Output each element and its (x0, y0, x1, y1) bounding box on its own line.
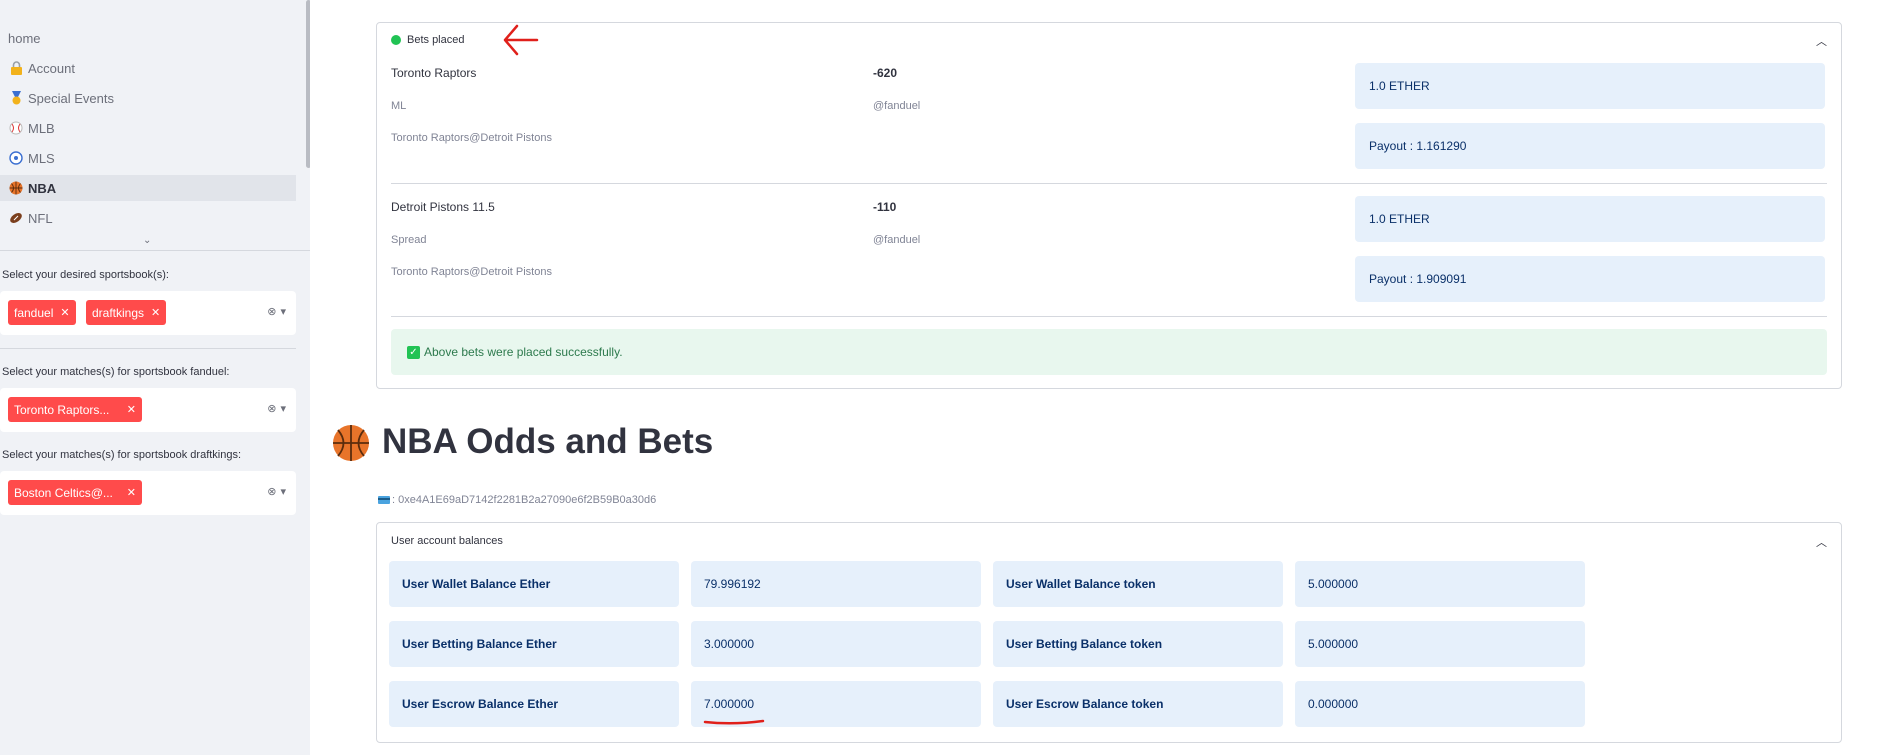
sidebar-item-mlb[interactable]: MLB (8, 115, 55, 141)
success-alert: ✓ Above bets were placed successfully. (391, 329, 1827, 375)
bet-odds: -110 (873, 200, 897, 214)
annotation-arrow-icon (503, 24, 539, 56)
success-message: Above bets were placed successfully. (424, 345, 623, 359)
close-icon[interactable]: ✕ (127, 486, 136, 499)
balances-title: User account balances (391, 535, 503, 547)
sidebar-item-nba[interactable]: NBA (0, 175, 296, 201)
balance-value: 5.000000 (1295, 561, 1585, 607)
chip-label: Boston Celtics@... (14, 485, 113, 500)
balance-value: 79.996192 (691, 561, 981, 607)
sidebar-item-mls[interactable]: MLS (8, 145, 55, 171)
chip-label: fanduel (14, 305, 54, 320)
clear-all-icon[interactable]: ⊗ (267, 485, 276, 498)
balances-expander: User account balances ︿ User Wallet Bala… (376, 522, 1842, 743)
medal-icon (8, 90, 24, 106)
sidebar-item-label: NBA (28, 180, 57, 196)
bet-stake: 1.0 ETHER (1355, 63, 1825, 109)
credit-card-icon (378, 496, 390, 504)
bets-placed-expander: Bets placed ︿ Toronto Raptors ML Toronto… (376, 22, 1842, 389)
matches-fanduel-label: Select your matches(s) for sportsbook fa… (2, 366, 230, 378)
bets-placed-title: Bets placed (407, 34, 465, 46)
chip-label: draftkings (92, 305, 145, 320)
divider (391, 316, 1827, 317)
baseball-icon (8, 120, 24, 136)
multiselect-controls[interactable]: ⊗ ▾ (267, 485, 286, 498)
bet-type: ML (391, 100, 407, 112)
collapse-icon[interactable]: ︿ (1816, 534, 1827, 550)
balance-label: User Wallet Balance Ether (389, 561, 679, 607)
balance-label: User Betting Balance Ether (389, 621, 679, 667)
sidebar-item-account[interactable]: Account (8, 55, 75, 81)
bet-book: @fanduel (873, 234, 921, 246)
bet-stake: 1.0 ETHER (1355, 196, 1825, 242)
balances-header[interactable]: User account balances (391, 535, 503, 547)
clear-all-icon[interactable]: ⊗ (267, 402, 276, 415)
lock-icon (8, 60, 24, 76)
bet-match: Toronto Raptors@Detroit Pistons (391, 266, 552, 278)
annotation-underline-icon (703, 719, 765, 725)
chevron-down-icon[interactable]: ⌄ (143, 235, 151, 246)
matches-draftkings-multiselect[interactable]: Boston Celtics@... ✕ ⊗ ▾ (0, 471, 296, 515)
balance-label: User Wallet Balance token (993, 561, 1283, 607)
sidebar-nav: home Account Special Events MLB MLS NBA … (0, 0, 310, 250)
balance-label: User Escrow Balance Ether (389, 681, 679, 727)
balance-value: 3.000000 (691, 621, 981, 667)
bet-team: Toronto Raptors (391, 66, 477, 80)
multiselect-controls[interactable]: ⊗ ▾ (267, 305, 286, 318)
sidebar-item-home[interactable]: home (8, 25, 41, 51)
basketball-icon (8, 180, 24, 196)
sidebar-item-label: home (8, 30, 41, 46)
multiselect-controls[interactable]: ⊗ ▾ (267, 402, 286, 415)
caret-down-icon[interactable]: ▾ (280, 305, 286, 318)
bet-team: Detroit Pistons 11.5 (391, 200, 495, 214)
sidebar-item-label: MLS (28, 150, 55, 166)
check-icon: ✓ (407, 345, 420, 359)
sidebar-item-nfl[interactable]: NFL (8, 205, 53, 231)
bet-type: Spread (391, 234, 427, 246)
status-dot-icon (391, 35, 401, 45)
sportsbooks-label: Select your desired sportsbook(s): (2, 269, 169, 281)
divider (0, 250, 310, 251)
page-title: NBA Odds and Bets (382, 422, 714, 461)
soccer-ball-icon (8, 150, 24, 166)
football-icon (8, 210, 24, 226)
chip-draftkings[interactable]: draftkings ✕ (86, 300, 167, 325)
chip-match[interactable]: Boston Celtics@... ✕ (8, 480, 142, 505)
caret-down-icon[interactable]: ▾ (280, 402, 286, 415)
balance-label: User Escrow Balance token (993, 681, 1283, 727)
chip-fanduel[interactable]: fanduel ✕ (8, 300, 76, 325)
sidebar-item-label: NFL (28, 210, 53, 226)
close-icon[interactable]: ✕ (127, 403, 136, 416)
caret-down-icon[interactable]: ▾ (280, 485, 286, 498)
basketball-icon (333, 425, 369, 461)
wallet-address: : 0xe4A1E69aD7142f2281B2a27090e6f2B59B0a… (378, 494, 656, 506)
divider (391, 183, 1827, 184)
main-content: Bets placed ︿ Toronto Raptors ML Toronto… (310, 0, 1883, 755)
bet-match: Toronto Raptors@Detroit Pistons (391, 132, 552, 144)
bet-payout: Payout : 1.161290 (1355, 123, 1825, 169)
balance-value: 0.000000 (1295, 681, 1585, 727)
bet-book: @fanduel (873, 100, 921, 112)
sidebar: home Account Special Events MLB MLS NBA … (0, 0, 310, 755)
bets-placed-header[interactable]: Bets placed (391, 34, 464, 46)
sidebar-item-special-events[interactable]: Special Events (8, 85, 114, 111)
sidebar-item-label: Special Events (28, 90, 114, 106)
sidebar-item-label: MLB (28, 120, 55, 136)
chip-match[interactable]: Toronto Raptors... ✕ (8, 397, 142, 422)
close-icon[interactable]: ✕ (60, 306, 69, 319)
chip-label: Toronto Raptors... (14, 402, 110, 417)
balance-label: User Betting Balance token (993, 621, 1283, 667)
sportsbooks-multiselect[interactable]: fanduel ✕ draftkings ✕ ⊗ ▾ (0, 291, 296, 335)
collapse-icon[interactable]: ︿ (1816, 33, 1827, 49)
bet-payout: Payout : 1.909091 (1355, 256, 1825, 302)
matches-draftkings-label: Select your matches(s) for sportsbook dr… (2, 449, 242, 461)
sidebar-item-label: Account (28, 60, 75, 76)
wallet-address-text: : 0xe4A1E69aD7142f2281B2a27090e6f2B59B0a… (392, 494, 657, 506)
matches-fanduel-multiselect[interactable]: Toronto Raptors... ✕ ⊗ ▾ (0, 388, 296, 432)
clear-all-icon[interactable]: ⊗ (267, 305, 276, 318)
bet-odds: -620 (873, 66, 898, 80)
balance-value: 5.000000 (1295, 621, 1585, 667)
close-icon[interactable]: ✕ (151, 306, 160, 319)
divider (0, 348, 296, 349)
